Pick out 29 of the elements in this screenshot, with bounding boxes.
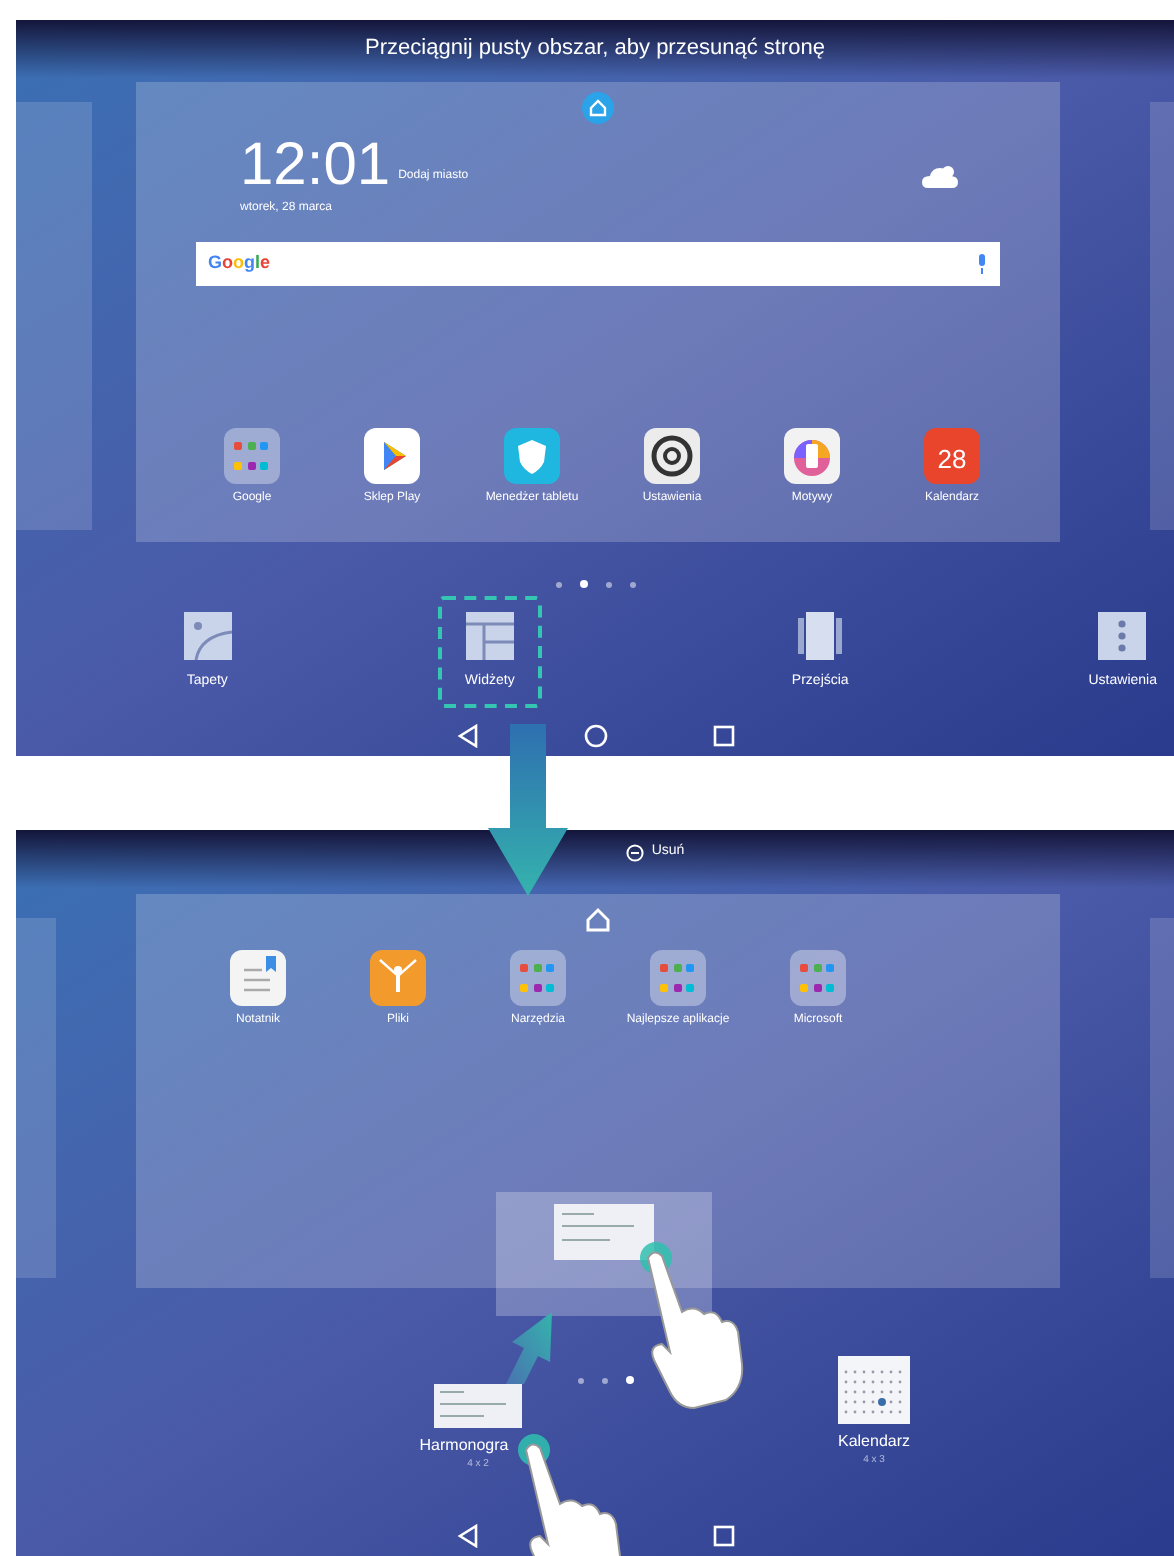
home-circle-icon[interactable]	[583, 724, 607, 748]
play-store-icon[interactable]	[364, 427, 420, 483]
minus-circle-icon	[625, 843, 644, 862]
transitions-icon	[796, 611, 845, 660]
calendar-app-icon[interactable]: 28	[924, 427, 980, 483]
search-bar[interactable]: Google	[196, 241, 1000, 285]
recents-square-icon[interactable]	[711, 1524, 735, 1548]
calendar-widget-thumbnail[interactable]	[838, 1355, 910, 1424]
clock-time: 12:01	[240, 135, 391, 195]
widget-name: Harmonogra	[419, 1433, 509, 1458]
notepad-icon[interactable]	[230, 950, 286, 1007]
back-icon[interactable]	[455, 1524, 479, 1548]
settings-icon[interactable]	[644, 427, 700, 483]
recents-square-icon[interactable]	[711, 724, 735, 748]
schedule-widget-thumbnail[interactable]	[434, 1383, 522, 1428]
widget-preview-drawing	[554, 1204, 654, 1260]
pointing-hand-drawing	[516, 1432, 624, 1556]
widgets-icon	[465, 611, 514, 660]
microphone-icon[interactable]	[976, 253, 988, 273]
wallpaper-icon	[183, 611, 232, 660]
home-icon[interactable]	[584, 906, 612, 935]
settings-icon	[1098, 611, 1147, 660]
home-icon[interactable]	[582, 91, 614, 123]
palette-icon[interactable]	[784, 427, 840, 483]
widget-name: Kalendarz	[837, 1429, 911, 1454]
shield-icon[interactable]	[504, 427, 560, 483]
back-icon[interactable]	[455, 724, 479, 748]
search-logo: Google	[208, 249, 271, 276]
hint-text: Przeciągnij pusty obszar, aby przesunąć stronę	[365, 34, 825, 64]
